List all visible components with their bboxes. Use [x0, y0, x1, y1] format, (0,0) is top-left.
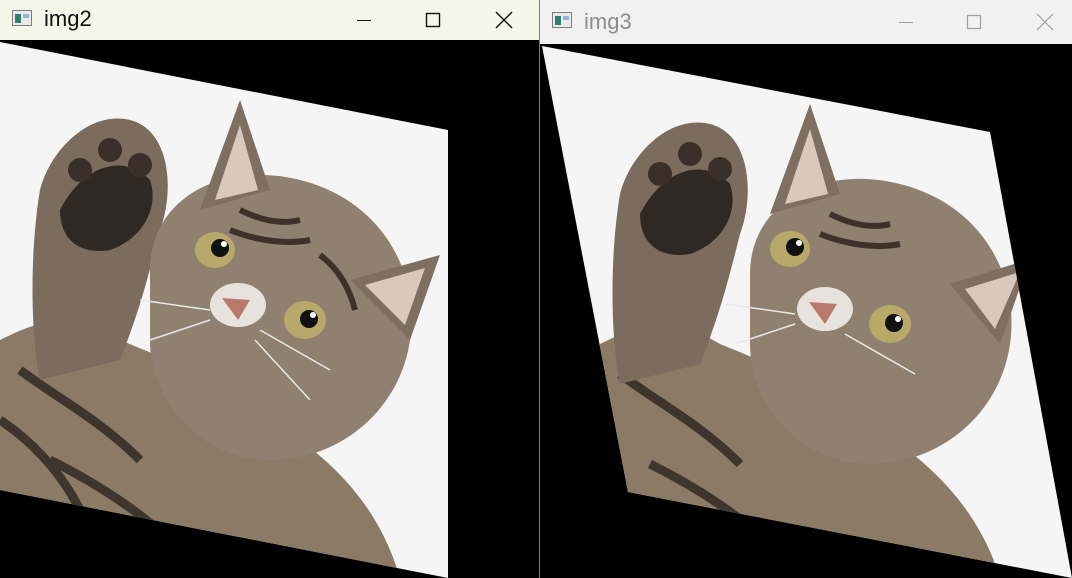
- maximize-icon: [966, 14, 982, 30]
- window-title: img2: [44, 6, 92, 31]
- titlebar[interactable]: img3: [540, 0, 1072, 44]
- titlebar[interactable]: img2: [0, 0, 539, 40]
- cat-image: [540, 44, 1072, 578]
- minimize-icon: [899, 22, 913, 23]
- cat-image: [0, 40, 539, 578]
- minimize-icon: [357, 20, 371, 21]
- close-button[interactable]: [1015, 0, 1072, 44]
- app-icon: [552, 12, 572, 28]
- window-title: img3: [584, 9, 632, 34]
- app-icon: [12, 10, 32, 26]
- image-canvas: [540, 44, 1072, 578]
- close-icon: [495, 11, 513, 29]
- window-img2[interactable]: img2: [0, 0, 540, 578]
- maximize-icon: [425, 12, 441, 28]
- maximize-button[interactable]: [403, 0, 463, 40]
- image-canvas: [0, 40, 539, 578]
- minimize-button[interactable]: [334, 0, 394, 40]
- maximize-button[interactable]: [944, 0, 1004, 44]
- minimize-button[interactable]: [876, 0, 936, 44]
- window-img3[interactable]: img3: [540, 0, 1072, 578]
- close-icon: [1036, 13, 1054, 31]
- close-button[interactable]: [474, 0, 534, 40]
